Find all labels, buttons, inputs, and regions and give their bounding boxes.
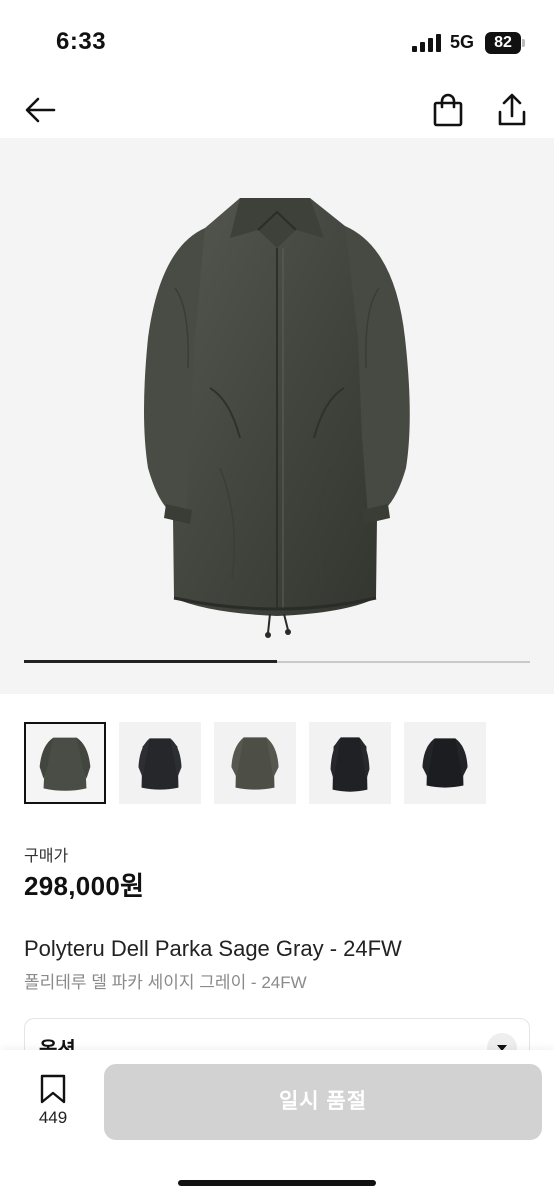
thumbnail-3[interactable]	[214, 722, 296, 804]
network-type: 5G	[450, 32, 475, 52]
arrow-left-icon[interactable]	[22, 92, 58, 128]
home-indicator	[178, 1180, 376, 1186]
thumbnail-strip	[24, 722, 530, 806]
price-label: 구매가	[24, 848, 69, 865]
gallery-progress-track	[24, 660, 530, 663]
price-value: 298,000원	[24, 871, 145, 901]
gallery-progress-fill	[24, 660, 277, 663]
thumbnail-image	[231, 737, 279, 790]
thumbnail-image	[39, 737, 91, 791]
product-subtitle: 폴리테루 델 파카 세이지 그레이 - 24FW	[24, 973, 307, 992]
nav-bar	[0, 80, 554, 138]
bookmark-count: 449	[38, 1108, 68, 1127]
bookmark-button[interactable]: 449	[22, 1072, 82, 1136]
thumbnail-1[interactable]	[24, 722, 106, 804]
thumbnail-4[interactable]	[309, 722, 391, 804]
shopping-bag-icon[interactable]	[430, 92, 466, 128]
thumbnail-2[interactable]	[119, 722, 201, 804]
product-image-carousel[interactable]	[0, 138, 554, 694]
thumbnail-image	[330, 737, 370, 792]
signal-icon	[412, 34, 441, 52]
bottom-action-bar: 449 일시 품절	[0, 1050, 554, 1200]
battery-icon: 82	[485, 32, 521, 54]
status-time: 6:33	[56, 28, 107, 55]
bookmark-icon	[40, 1074, 66, 1104]
product-title: Polyteru Dell Parka Sage Gray - 24FW	[24, 936, 402, 961]
thumbnail-5[interactable]	[404, 722, 486, 804]
thumbnail-image	[138, 738, 182, 790]
parka-image	[144, 198, 410, 638]
sold-out-button[interactable]: 일시 품절	[104, 1064, 542, 1140]
status-bar: 6:33 5G 82	[0, 0, 554, 88]
battery-cap	[522, 39, 525, 47]
share-icon[interactable]	[494, 92, 530, 128]
thumbnail-image	[422, 738, 468, 788]
